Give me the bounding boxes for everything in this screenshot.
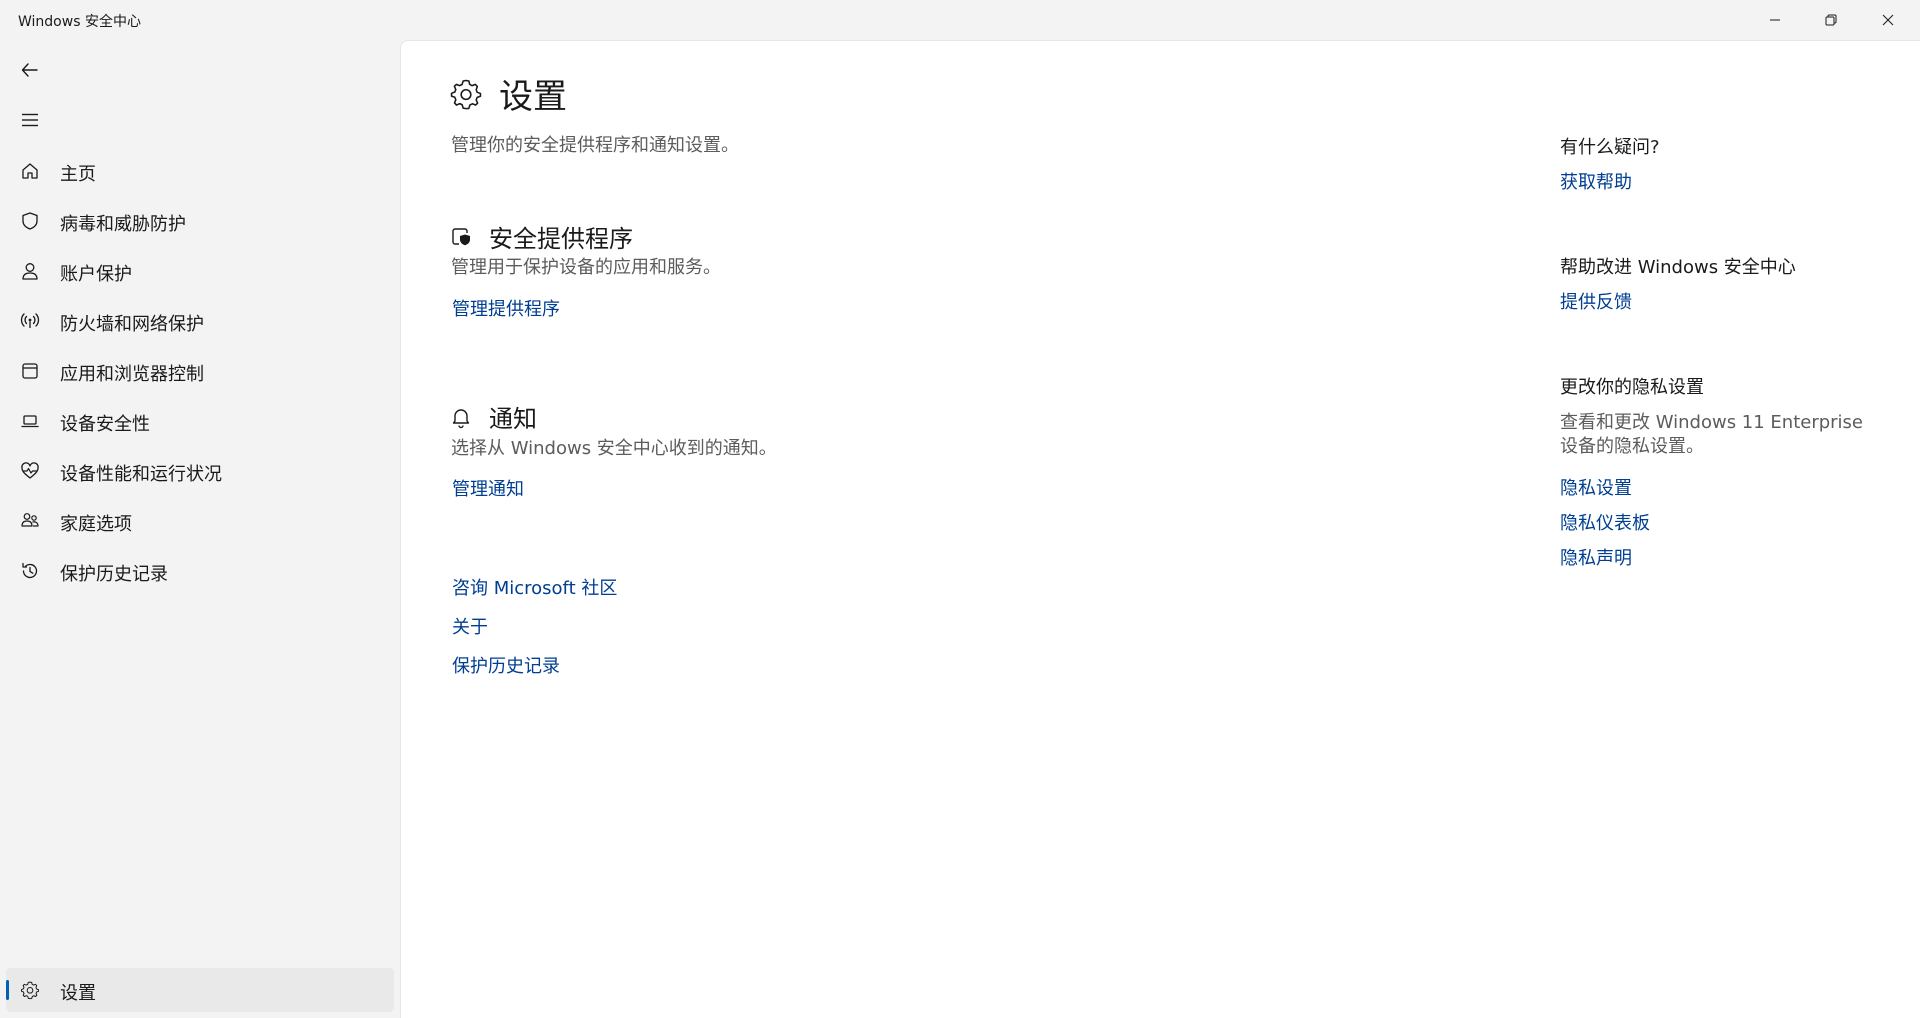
restore-button[interactable]	[1803, 0, 1859, 40]
section-description: 选择从 Windows 安全中心收到的通知。	[451, 438, 777, 459]
sidebar-item-device-performance[interactable]: 设备性能和运行状况	[6, 449, 394, 493]
sidebar-item-label: 病毒和威胁防护	[60, 214, 186, 235]
sidebar-item-app-browser-control[interactable]: 应用和浏览器控制	[6, 349, 394, 393]
microsoft-community-link[interactable]: 咨询 Microsoft 社区	[452, 574, 617, 600]
wifi-signal-icon	[20, 311, 40, 331]
section-title: 安全提供程序	[489, 225, 633, 253]
laptop-icon	[20, 411, 40, 431]
sidebar-item-label: 主页	[60, 164, 96, 185]
sidebar-item-label: 设备安全性	[60, 414, 150, 435]
home-icon	[20, 161, 40, 181]
privacy-settings-link[interactable]: 隐私设置	[1560, 474, 1632, 500]
bell-icon	[452, 408, 470, 428]
give-feedback-link[interactable]: 提供反馈	[1560, 288, 1632, 314]
shield-icon	[20, 211, 40, 231]
title-bar: Windows 安全中心	[0, 0, 1920, 40]
page-title: 设置	[499, 77, 567, 117]
main-content: 设置 管理你的安全提供程序和通知设置。 安全提供程序 管理用于保护设备的应用和服…	[400, 40, 1920, 1018]
person-icon	[20, 261, 40, 281]
get-help-link[interactable]: 获取帮助	[1560, 168, 1632, 194]
section-description: 管理用于保护设备的应用和服务。	[451, 257, 721, 278]
sidebar-item-firewall[interactable]: 防火墙和网络保护	[6, 299, 394, 343]
sidebar-item-label: 家庭选项	[60, 514, 132, 535]
close-button[interactable]	[1860, 0, 1916, 40]
back-button[interactable]	[14, 54, 46, 86]
sidebar-item-device-security[interactable]: 设备安全性	[6, 399, 394, 443]
hamburger-menu-icon	[22, 113, 38, 127]
section-header-notifications: 通知	[449, 399, 537, 434]
sidebar-item-protection-history[interactable]: 保护历史记录	[6, 549, 394, 593]
sidebar-item-label: 防火墙和网络保护	[60, 314, 204, 335]
sidebar-item-label: 保护历史记录	[60, 564, 168, 585]
browser-window-icon	[20, 361, 40, 381]
question-heading: 有什么疑问?	[1560, 137, 1660, 158]
heart-pulse-icon	[20, 461, 40, 481]
protection-history-link[interactable]: 保护历史记录	[452, 652, 560, 678]
gear-icon	[20, 980, 40, 1000]
sidebar-item-virus-protection[interactable]: 病毒和威胁防护	[6, 199, 394, 243]
app-title: Windows 安全中心	[18, 14, 141, 30]
sidebar-item-settings[interactable]: 设置	[6, 968, 394, 1012]
page-description: 管理你的安全提供程序和通知设置。	[451, 135, 739, 156]
history-icon	[20, 561, 40, 581]
back-arrow-icon	[21, 63, 38, 77]
privacy-description: 查看和更改 Windows 11 Enterprise 设备的隐私设置。	[1560, 412, 1864, 457]
family-icon	[20, 511, 40, 531]
selected-indicator	[6, 980, 9, 1000]
sidebar-item-label: 设置	[60, 983, 96, 1004]
menu-button[interactable]	[14, 104, 46, 136]
page-header: 设置	[449, 69, 567, 118]
security-provider-icon	[452, 227, 470, 245]
sidebar-item-home[interactable]: 主页	[6, 149, 394, 193]
close-icon	[1882, 14, 1894, 26]
privacy-dashboard-link[interactable]: 隐私仪表板	[1560, 509, 1650, 535]
section-header-security-providers: 安全提供程序	[449, 219, 633, 254]
privacy-heading: 更改你的隐私设置	[1560, 377, 1704, 398]
sidebar-item-label: 设备性能和运行状况	[60, 464, 222, 485]
sidebar-item-label: 账户保护	[60, 264, 132, 285]
restore-icon	[1825, 14, 1837, 26]
sidebar-item-family-options[interactable]: 家庭选项	[6, 499, 394, 543]
manage-notifications-link[interactable]: 管理通知	[452, 475, 524, 501]
sidebar: 主页 病毒和威胁防护 账户保护 防火墙和网络保护 应用和浏览器控制 设备安全性 …	[0, 40, 400, 1018]
improve-heading: 帮助改进 Windows 安全中心	[1560, 257, 1796, 278]
sidebar-item-label: 应用和浏览器控制	[60, 364, 204, 385]
section-title: 通知	[489, 405, 537, 433]
minimize-button[interactable]	[1747, 0, 1803, 40]
minimize-icon	[1770, 19, 1780, 21]
sidebar-item-account-protection[interactable]: 账户保护	[6, 249, 394, 293]
manage-providers-link[interactable]: 管理提供程序	[452, 295, 560, 321]
privacy-statement-link[interactable]: 隐私声明	[1560, 544, 1632, 570]
about-link[interactable]: 关于	[452, 613, 488, 639]
gear-icon	[450, 79, 482, 109]
